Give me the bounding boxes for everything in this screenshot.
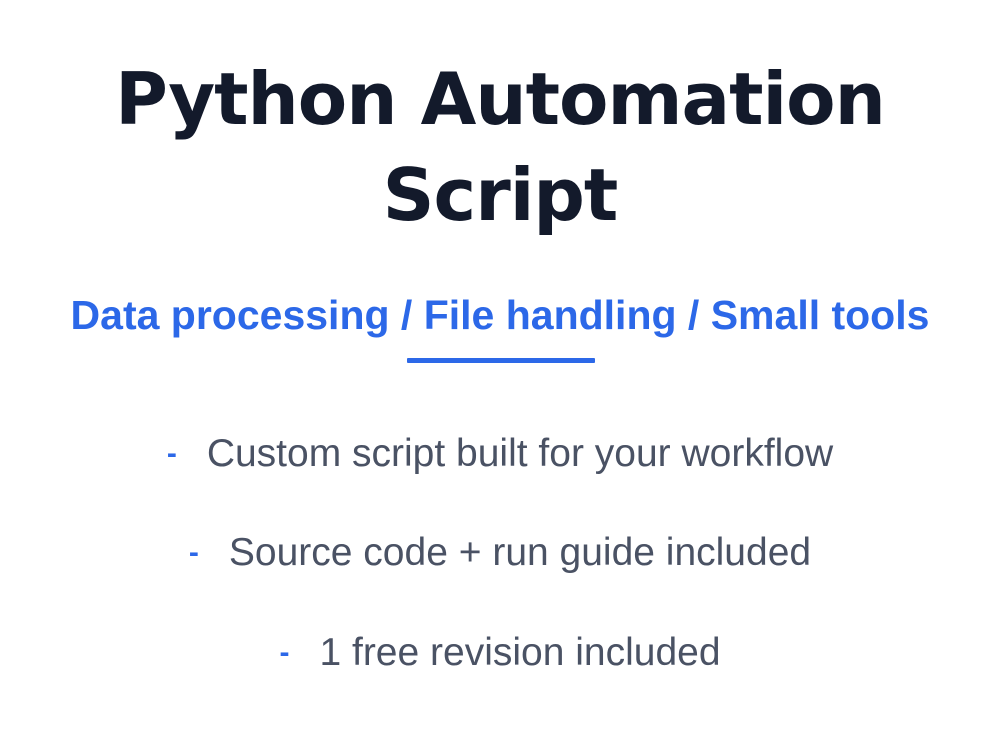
accent-divider xyxy=(407,358,595,363)
title-line-1: Python Automation xyxy=(115,57,886,141)
dash-bullet-icon: - xyxy=(166,437,177,470)
feature-text: 1 free revision included xyxy=(319,631,721,674)
feature-text: Custom script built for your workflow xyxy=(206,432,834,475)
subtitle: Data processing / File handling / Small … xyxy=(70,292,930,338)
dash-bullet-icon: - xyxy=(279,636,290,669)
feature-item: - Custom script built for your workflow xyxy=(0,428,1000,480)
feature-item: -1 free revision included xyxy=(0,627,1000,679)
feature-text: Source code + run guide included xyxy=(228,531,812,574)
promo-card: Python Automation Script Data processing… xyxy=(0,0,1000,750)
title-line-2: Script xyxy=(382,153,619,237)
dash-bullet-icon: - xyxy=(188,536,199,569)
feature-item: - Source code + run guide included xyxy=(0,527,1000,579)
